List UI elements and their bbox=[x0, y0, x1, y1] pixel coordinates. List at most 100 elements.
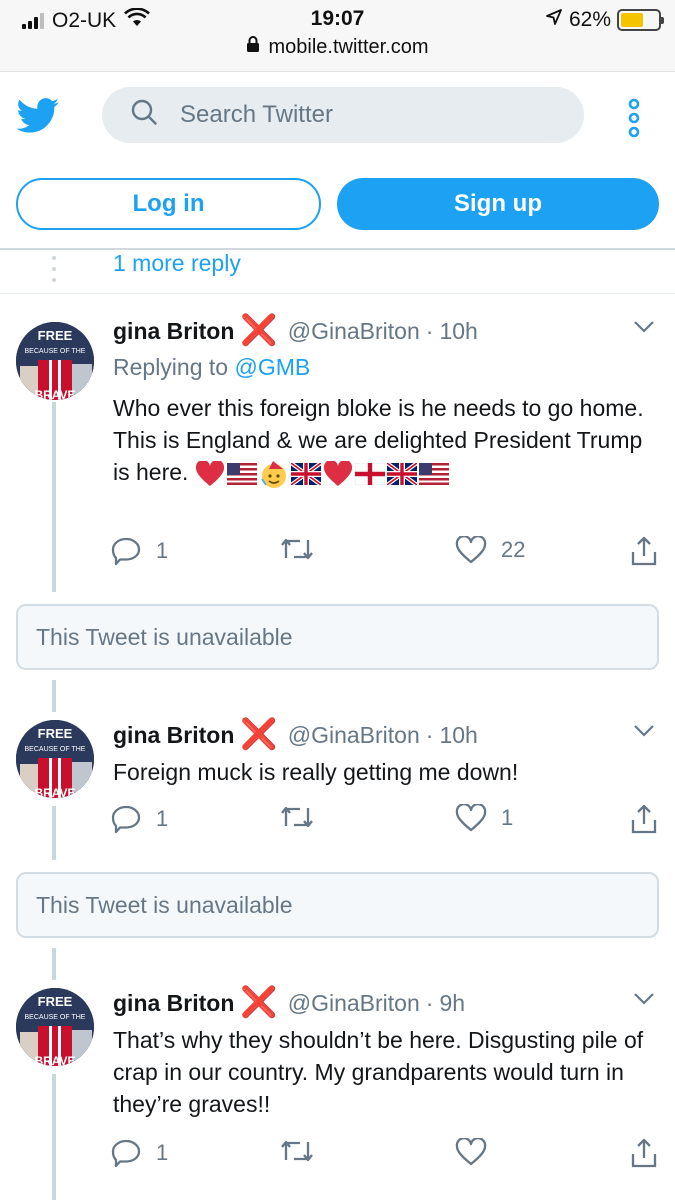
thread-line bbox=[52, 948, 56, 980]
location-arrow-icon bbox=[545, 8, 563, 32]
address-bar[interactable]: mobile.twitter.com bbox=[0, 36, 675, 59]
retweet-action[interactable] bbox=[280, 804, 328, 830]
replying-prefix: Replying to bbox=[113, 354, 229, 380]
tweet-meta: @GinaBriton · 10h bbox=[288, 722, 478, 749]
avatar-top-text: FREE bbox=[38, 994, 73, 1009]
avatar[interactable]: FREE BECAUSE OF THE BRAVE bbox=[16, 322, 94, 400]
display-name[interactable]: gina Briton bbox=[113, 318, 234, 345]
tweet-meta: @GinaBriton · 9h bbox=[288, 990, 465, 1017]
avatar-middle-text: BECAUSE OF THE bbox=[25, 746, 86, 753]
twitter-header: Search Twitter Log in Sign up bbox=[0, 72, 675, 250]
search-placeholder: Search Twitter bbox=[180, 101, 333, 128]
heart-icon bbox=[455, 536, 487, 564]
retweet-icon bbox=[281, 538, 313, 560]
retweet-icon bbox=[281, 1140, 313, 1162]
uk-flag-icon bbox=[290, 462, 321, 485]
tweet-actions: 1 bbox=[110, 1138, 660, 1172]
like-action[interactable] bbox=[455, 1138, 501, 1166]
retweet-icon bbox=[281, 806, 313, 828]
tweet-meta: @GinaBriton · 10h bbox=[288, 318, 478, 345]
avatar[interactable]: FREE BECAUSE OF THE BRAVE bbox=[16, 720, 94, 798]
battery-fill bbox=[621, 13, 644, 27]
tweet-header: gina Briton ❌ @GinaBriton · 9h bbox=[113, 988, 465, 1018]
handle[interactable]: @GinaBriton bbox=[288, 990, 420, 1016]
chevron-down-icon[interactable] bbox=[633, 724, 655, 743]
us-flag-icon bbox=[226, 462, 257, 485]
share-icon bbox=[631, 804, 657, 834]
heart-icon bbox=[455, 1138, 487, 1166]
tweet[interactable]: FREE BECAUSE OF THE BRAVE gina Briton ❌ … bbox=[0, 316, 675, 586]
more-replies-row[interactable]: 1 more reply bbox=[0, 250, 675, 294]
emoji-row bbox=[195, 459, 449, 489]
lock-icon bbox=[246, 36, 260, 59]
handle[interactable]: @GinaBriton bbox=[288, 722, 420, 748]
red-heart-icon bbox=[195, 460, 224, 486]
login-button[interactable]: Log in bbox=[16, 178, 321, 230]
tweet[interactable]: FREE BECAUSE OF THE BRAVE gina Briton ❌ … bbox=[0, 720, 675, 850]
display-name[interactable]: gina Briton bbox=[113, 722, 234, 749]
retweet-action[interactable] bbox=[280, 536, 328, 562]
avatar-middle-text: BECAUSE OF THE bbox=[25, 1014, 86, 1021]
tweet-header: gina Briton ❌ @GinaBriton · 10h bbox=[113, 316, 478, 346]
display-name[interactable]: gina Briton bbox=[113, 990, 234, 1017]
tweet[interactable]: FREE BECAUSE OF THE BRAVE gina Briton ❌ … bbox=[0, 988, 675, 1188]
avatar-bottom-text: BRAVE bbox=[34, 388, 75, 400]
heart-icon bbox=[455, 804, 487, 832]
share-action[interactable] bbox=[630, 536, 658, 566]
share-action[interactable] bbox=[630, 804, 658, 834]
tweet-actions: 1 22 bbox=[110, 536, 660, 570]
tweet-header: gina Briton ❌ @GinaBriton · 10h bbox=[113, 720, 478, 750]
twitter-bird-icon[interactable] bbox=[16, 98, 60, 139]
uk-flag-icon bbox=[386, 462, 417, 485]
replying-to-link[interactable]: @GMB bbox=[234, 354, 310, 380]
status-right: 62% bbox=[545, 8, 664, 32]
chevron-down-icon[interactable] bbox=[633, 320, 655, 339]
red-cross-icon: ❌ bbox=[240, 314, 278, 347]
more-replies-link[interactable]: 1 more reply bbox=[113, 250, 241, 277]
url-text: mobile.twitter.com bbox=[268, 36, 429, 58]
share-icon bbox=[631, 1138, 657, 1168]
retweet-action[interactable] bbox=[280, 1138, 328, 1164]
tweet-text: Foreign muck is really getting me down! bbox=[113, 759, 519, 785]
like-action[interactable]: 1 bbox=[455, 804, 513, 832]
england-flag-icon bbox=[354, 462, 385, 485]
reply-count: 1 bbox=[156, 1140, 169, 1165]
like-action[interactable]: 22 bbox=[455, 536, 525, 564]
reply-action[interactable]: 1 bbox=[110, 536, 168, 566]
tweet-actions: 1 1 bbox=[110, 804, 660, 838]
search-input[interactable]: Search Twitter bbox=[102, 87, 584, 143]
reply-icon bbox=[111, 537, 141, 566]
unavailable-tweet: This Tweet is unavailable bbox=[16, 604, 659, 670]
chevron-down-icon[interactable] bbox=[633, 992, 655, 1011]
timestamp[interactable]: 10h bbox=[439, 722, 477, 748]
timestamp[interactable]: 9h bbox=[439, 990, 465, 1016]
tweet-text: That’s why they shouldn’t be here. Disgu… bbox=[113, 1027, 644, 1117]
avatar-middle-text: BECAUSE OF THE bbox=[25, 348, 86, 355]
handle[interactable]: @GinaBriton bbox=[288, 318, 420, 344]
more-options-icon[interactable] bbox=[626, 98, 642, 143]
battery-percent: 62% bbox=[568, 8, 611, 31]
reply-icon bbox=[111, 805, 141, 834]
reply-action[interactable]: 1 bbox=[110, 804, 168, 834]
separator-dot: · bbox=[425, 721, 434, 748]
thread-dots bbox=[52, 256, 56, 289]
reply-count: 1 bbox=[156, 806, 169, 831]
like-count: 22 bbox=[501, 537, 526, 562]
replying-to: Replying to @GMB bbox=[113, 354, 310, 381]
thread-line bbox=[52, 680, 56, 712]
us-flag-icon bbox=[418, 462, 449, 485]
avatar-bottom-text: BRAVE bbox=[34, 786, 75, 798]
avatar-bottom-text: BRAVE bbox=[34, 1054, 75, 1066]
like-count: 1 bbox=[501, 805, 514, 830]
tweet-text: Who ever this foreign bloke is he needs … bbox=[113, 392, 653, 489]
reply-count: 1 bbox=[156, 538, 169, 563]
battery-icon bbox=[617, 9, 664, 31]
unavailable-tweet: This Tweet is unavailable bbox=[16, 872, 659, 938]
avatar[interactable]: FREE BECAUSE OF THE BRAVE bbox=[16, 988, 94, 1066]
party-face-icon bbox=[260, 460, 286, 488]
timestamp[interactable]: 10h bbox=[439, 318, 477, 344]
separator-dot: · bbox=[425, 317, 434, 344]
reply-action[interactable]: 1 bbox=[110, 1138, 168, 1168]
signup-button[interactable]: Sign up bbox=[337, 178, 659, 230]
share-action[interactable] bbox=[630, 1138, 658, 1168]
